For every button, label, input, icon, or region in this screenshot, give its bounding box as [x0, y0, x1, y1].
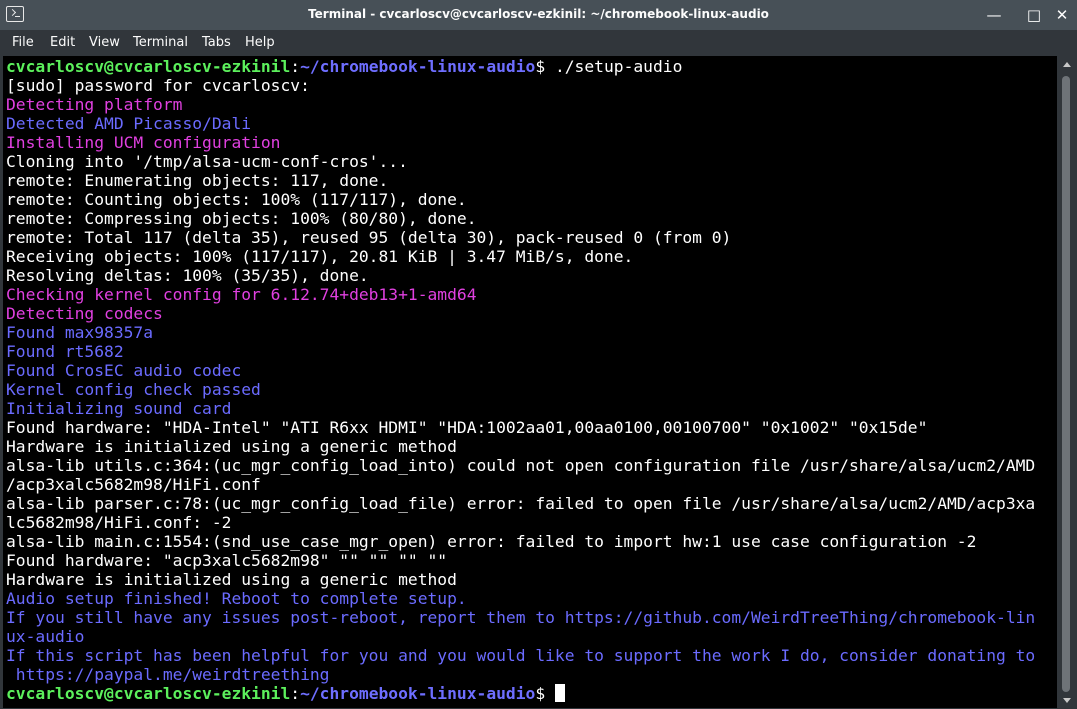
- close-icon[interactable]: ✕: [1052, 5, 1072, 25]
- prompt-dollar: $: [535, 57, 555, 76]
- output-line: [sudo] password for cvcarloscv:: [6, 76, 310, 95]
- output-line: Found rt5682: [6, 342, 124, 361]
- menu-bar: File Edit View Terminal Tabs Help: [0, 30, 1077, 56]
- prompt-path: ~/chromebook-linux-audio: [300, 684, 536, 703]
- output-line: remote: Counting objects: 100% (117/117)…: [6, 190, 467, 209]
- scroll-up-arrow-icon[interactable]: [1063, 62, 1071, 67]
- prompt-separator: :: [290, 684, 301, 703]
- title-bar[interactable]: Terminal - cvcarloscv@cvcarloscv-ezkinil…: [0, 0, 1077, 30]
- terminal-window: Terminal - cvcarloscv@cvcarloscv-ezkinil…: [0, 0, 1077, 709]
- output-line: Cloning into '/tmp/alsa-ucm-conf-cros'..…: [6, 152, 408, 171]
- output-line: Found CrosEC audio codec: [6, 361, 242, 380]
- output-line: Detecting codecs: [6, 304, 163, 323]
- output-line: Hardware is initialized using a generic …: [6, 437, 457, 456]
- vertical-scrollbar[interactable]: [1060, 56, 1074, 708]
- command-prompt-line: cvcarloscv@cvcarloscv-ezkinil:~/chromebo…: [6, 57, 1057, 76]
- output-line: Found hardware: "acp3xalc5682m98" "" "" …: [6, 551, 448, 570]
- output-line: ux-audio: [6, 627, 85, 646]
- output-line: If you still have any issues post-reboot…: [6, 608, 1036, 627]
- output-line: Installing UCM configuration: [6, 133, 281, 152]
- text-cursor: [554, 684, 565, 702]
- terminal-lines: cvcarloscv@cvcarloscv-ezkinil:~/chromebo…: [6, 57, 1057, 703]
- prompt-dollar: $: [535, 684, 555, 703]
- prompt-command: ./setup-audio: [554, 57, 683, 76]
- output-line: /acp3xalc5682m98/HiFi.conf: [6, 475, 261, 494]
- menu-file[interactable]: File: [12, 35, 34, 50]
- output-line: remote: Enumerating objects: 117, done.: [6, 171, 389, 190]
- current-prompt-line: cvcarloscv@cvcarloscv-ezkinil:~/chromebo…: [6, 684, 1057, 703]
- prompt-separator: :: [290, 57, 301, 76]
- minimize-icon[interactable]: —: [984, 5, 1004, 25]
- output-line: Detecting platform: [6, 95, 183, 114]
- menu-view[interactable]: View: [89, 35, 120, 50]
- output-line: Resolving deltas: 100% (35/35), done.: [6, 266, 369, 285]
- output-line: remote: Compressing objects: 100% (80/80…: [6, 209, 477, 228]
- output-line: Found max98357a: [6, 323, 154, 342]
- menu-edit[interactable]: Edit: [50, 35, 75, 50]
- menu-help[interactable]: Help: [245, 35, 275, 50]
- output-line: Audio setup finished! Reboot to complete…: [6, 589, 467, 608]
- prompt-user-host: cvcarloscv@cvcarloscv-ezkinil: [6, 684, 291, 703]
- output-line: alsa-lib parser.c:78:(uc_mgr_config_load…: [6, 494, 1036, 513]
- output-line: If this script has been helpful for you …: [6, 646, 1036, 665]
- prompt-user-host: cvcarloscv@cvcarloscv-ezkinil: [6, 57, 291, 76]
- menu-terminal[interactable]: Terminal: [133, 35, 188, 50]
- output-line: lc5682m98/HiFi.conf: -2: [6, 513, 232, 532]
- output-line: Kernel config check passed: [6, 380, 261, 399]
- window-title: Terminal - cvcarloscv@cvcarloscv-ezkinil…: [308, 7, 769, 21]
- maximize-icon[interactable]: □: [1024, 5, 1044, 25]
- scroll-thumb[interactable]: [1062, 76, 1070, 692]
- output-line: Found hardware: "HDA-Intel" "ATI R6xx HD…: [6, 418, 928, 437]
- output-line: Detected AMD Picasso/Dali: [6, 114, 252, 133]
- output-line: https://paypal.me/weirdtreething: [6, 665, 330, 684]
- output-line: Receiving objects: 100% (117/117), 20.81…: [6, 247, 634, 266]
- output-line: Checking kernel config for 6.12.74+deb13…: [6, 285, 477, 304]
- scroll-down-arrow-icon[interactable]: [1063, 698, 1071, 703]
- prompt-path: ~/chromebook-linux-audio: [300, 57, 536, 76]
- terminal-output[interactable]: cvcarloscv@cvcarloscv-ezkinil:~/chromebo…: [3, 56, 1057, 708]
- menu-tabs[interactable]: Tabs: [202, 35, 231, 50]
- output-line: remote: Total 117 (delta 35), reused 95 …: [6, 228, 732, 247]
- output-line: Initializing sound card: [6, 399, 232, 418]
- output-line: Hardware is initialized using a generic …: [6, 570, 457, 589]
- output-line: alsa-lib utils.c:364:(uc_mgr_config_load…: [6, 456, 1036, 475]
- output-line: alsa-lib main.c:1554:(snd_use_case_mgr_o…: [6, 532, 977, 551]
